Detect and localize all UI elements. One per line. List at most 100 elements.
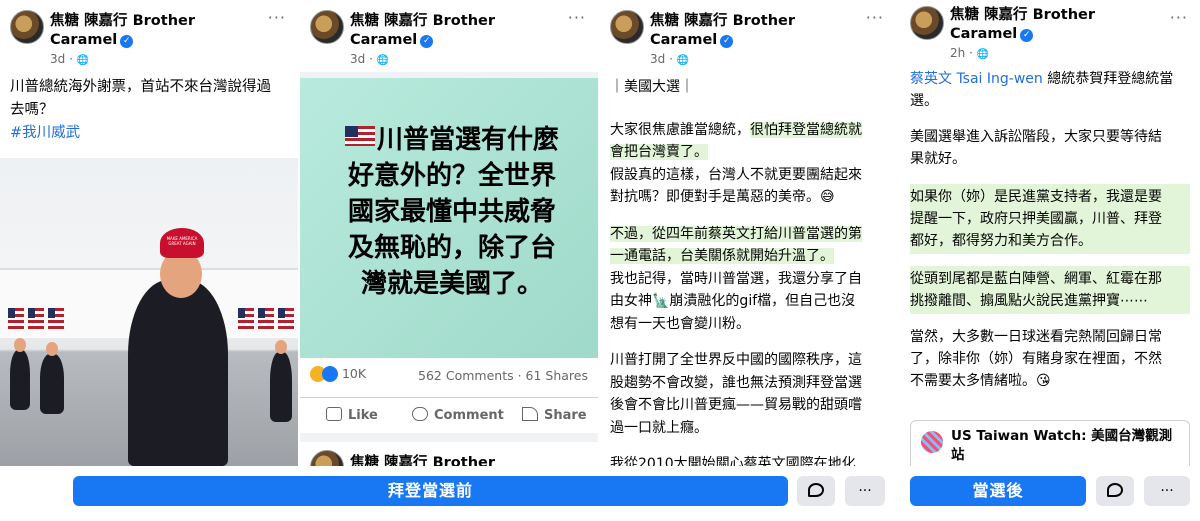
like-label: Like (348, 408, 378, 423)
text-span: 大家很焦慮誰當總統， (610, 121, 750, 138)
globe-icon: 🌐 (676, 55, 690, 66)
paragraph-1: 蔡英文 Tsai Ing-wen 總統恭賀拜登總統當 選。 (910, 68, 1190, 112)
post-panel-1: 焦糖 陳嘉行 Brother Caramel ✓ 3d · 🌐 ··· 川普總統海… (0, 0, 298, 466)
post-panel-3: 焦糖 陳嘉行 Brother Caramel ✓ 3d · 🌐 ··· ｜美國大選… (600, 0, 896, 466)
link-title-line: 站 (951, 447, 965, 463)
avatar[interactable] (910, 6, 944, 40)
text-span: 挑撥離間、搧風點火說民進黨押寶⋯⋯ (910, 293, 1148, 309)
cap-text: MAKE AMERICA GREAT AGAIN (166, 236, 198, 246)
avatar[interactable] (310, 10, 344, 44)
share-label: Share (544, 408, 587, 423)
link-preview-card[interactable]: US Taiwan Watch: 美國台灣觀測 站 (910, 420, 1190, 466)
text-span: 了，除非你（妳）有賭身家在裡面，不然 (910, 351, 1162, 367)
red-cap: MAKE AMERICA GREAT AGAIN (160, 228, 204, 258)
bystander-figure (270, 352, 292, 422)
text-span: 我也記得，當時川普當選，我還分享了自 (610, 270, 862, 287)
globe-icon: 🌐 (976, 49, 990, 60)
bystander-figure (40, 354, 64, 414)
author-name[interactable]: 焦糖 陳嘉行 Brother Caramel ✓ (350, 12, 495, 50)
more-options-icon[interactable]: ··· (1170, 8, 1188, 27)
comment-button[interactable]: Comment (412, 407, 504, 423)
post-header: 焦糖 陳嘉行 Brother Caramel ✓ 2h · 🌐 ··· (900, 0, 1200, 72)
text-span: 如果你（妳）是民進黨支持者，我還是要 (910, 189, 1162, 205)
comment-count[interactable]: 562 Comments (418, 368, 514, 383)
more-options-icon[interactable]: ··· (268, 8, 286, 27)
text-span: 假設真的這樣，台灣人不就更要團結起來 (610, 166, 862, 183)
avatar[interactable] (310, 450, 344, 466)
post-header: 焦糖 陳嘉行 Brother Caramel ✓ 3d · 🌐 ··· (0, 0, 298, 72)
post-time-value: 3d (350, 52, 366, 66)
next-post-header: 焦糖 陳嘉行 Brother (300, 442, 598, 466)
post-header: 焦糖 陳嘉行 Brother Caramel ✓ 3d · 🌐 ··· (600, 0, 896, 72)
author-name[interactable]: 焦糖 陳嘉行 Brother Caramel ✓ (50, 12, 195, 50)
like-reaction-icon (322, 366, 338, 382)
comment-label: Comment (434, 408, 504, 423)
post-photo[interactable]: MAKE AMERICA GREAT AGAIN (0, 158, 298, 466)
text-span: 想有一天也會變川粉。 (610, 315, 750, 332)
like-button[interactable]: Like (326, 407, 378, 423)
bystander-head (275, 340, 287, 354)
verified-badge-icon: ✓ (420, 35, 434, 48)
highlighted-paragraph: 從頭到尾都是藍白陣營、網軍、紅霉在那 挑撥離間、搧風點火說民進黨押寶⋯⋯ (910, 266, 1190, 314)
post-text-line: 去嗎？ (10, 102, 54, 118)
post-time[interactable]: 3d · 🌐 (350, 52, 389, 66)
text-span: 當然，大多數一日球迷看完熱鬧回歸日常 (910, 329, 1162, 345)
author-line-2: Caramel (350, 32, 418, 48)
flag-icon (238, 308, 254, 330)
before-election-button[interactable]: 拜登當選前 (73, 476, 788, 506)
post-text: 川普總統海外謝票，首站不來台灣說得過 去嗎？ #我川威武 (10, 76, 288, 145)
messenger-icon (1107, 483, 1123, 497)
messenger-button[interactable] (1096, 476, 1134, 506)
text-span: 過一口就上癮。 (610, 419, 708, 436)
verified-badge-icon: ✓ (1020, 29, 1034, 42)
globe-icon: 🌐 (376, 55, 390, 66)
post-panel-4: 焦糖 陳嘉行 Brother Caramel ✓ 2h · 🌐 ··· 蔡英文 T… (900, 0, 1200, 466)
paragraph-3: 川普打開了全世界反中國的國際秩序，這 股趨勢不會改變，誰也無法預測拜登當選 後會… (610, 349, 886, 439)
text-span: 選。 (910, 93, 938, 109)
text-span: 後會不會比川普更瘋——貿易戰的甜頭嚐 (610, 397, 862, 413)
bystander-head (14, 338, 26, 352)
post-time[interactable]: 2h · 🌐 (950, 46, 989, 60)
flag-icon (8, 308, 24, 330)
text-span: 股趨勢不會改變，誰也無法預測拜登當選 (610, 374, 862, 391)
post-text: 蔡英文 Tsai Ing-wen 總統恭賀拜登總統當 選。 美國選舉進入訴訟階段… (910, 68, 1190, 392)
post-time-value: 3d (50, 52, 66, 66)
action-bar: Like Comment Share (300, 397, 598, 433)
more-options-icon[interactable]: ··· (568, 8, 586, 27)
link-preview-title: US Taiwan Watch: 美國台灣觀測 站 (951, 427, 1183, 465)
flag-icon (28, 308, 44, 330)
more-button[interactable]: ··· (1144, 476, 1190, 506)
hashtag-link[interactable]: #我川威武 (10, 125, 80, 141)
us-flag-icon (344, 126, 375, 146)
messenger-button[interactable] (797, 476, 835, 506)
bystander-figure (10, 350, 30, 410)
avatar[interactable] (10, 10, 44, 44)
next-post-author[interactable]: 焦糖 陳嘉行 Brother (350, 454, 495, 466)
reaction-count: 10K (341, 366, 367, 381)
globe-icon: 🌐 (76, 55, 90, 66)
after-election-button[interactable]: 當選後 (910, 476, 1086, 506)
text-span: 都好，都得努力和美方合作。 (910, 233, 1092, 249)
post-header: 焦糖 陳嘉行 Brother Caramel ✓ 3d · 🌐 ··· (300, 0, 598, 72)
paragraph-2: 美國選舉進入訴訟階段，大家只要等待結 果就好。 (910, 126, 1190, 170)
post-panel-2: 焦糖 陳嘉行 Brother Caramel ✓ 3d · 🌐 ··· 川普當選有… (300, 0, 598, 466)
text-background-card[interactable]: 川普當選有什麼 好意外的？全世界 國家最懂中共威脅 及無恥的，除了台 灣就是美國… (300, 78, 598, 358)
avatar[interactable] (610, 10, 644, 44)
author-name[interactable]: 焦糖 陳嘉行 Brother Caramel ✓ (650, 12, 795, 50)
link-title-line: US Taiwan Watch: 美國台灣觀測 (951, 428, 1173, 444)
post-stats[interactable]: 562 Comments · 61 Shares (418, 368, 588, 383)
post-time[interactable]: 3d · 🌐 (50, 52, 89, 66)
post-time[interactable]: 3d · 🌐 (650, 52, 689, 66)
more-options-icon[interactable]: ··· (866, 8, 884, 27)
reaction-summary[interactable]: 10K (310, 366, 366, 382)
author-name[interactable]: 焦糖 陳嘉行 Brother Caramel ✓ (950, 6, 1095, 44)
card-line: 及無恥的，除了台 (347, 233, 556, 263)
more-button[interactable]: ··· (845, 476, 885, 506)
thumbs-up-icon (326, 407, 342, 421)
author-line-2: Caramel (50, 32, 118, 48)
post-time-value: 2h (950, 46, 966, 60)
mention-link[interactable]: 蔡英文 Tsai Ing-wen (910, 71, 1043, 87)
paragraph-1: 大家很焦慮誰當總統，很怕拜登當總統就 會把台灣賣了。 假設真的這樣，台灣人不就更… (610, 119, 886, 209)
share-button[interactable]: Share (522, 407, 587, 423)
share-count[interactable]: 61 Shares (526, 368, 588, 383)
